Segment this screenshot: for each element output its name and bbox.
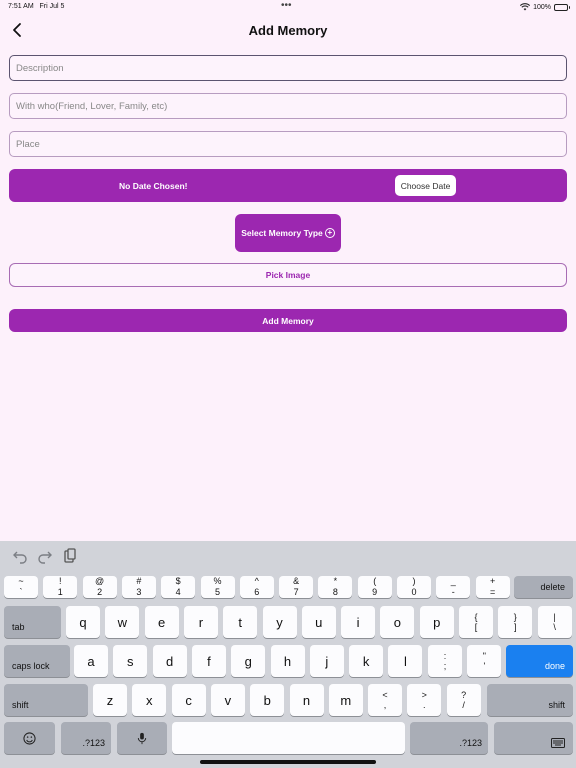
key-p[interactable]: p [419,606,454,638]
hide-keyboard-key[interactable] [494,722,573,754]
key--[interactable]: _ - [436,576,471,598]
key-t[interactable]: t [223,606,258,638]
key-y[interactable]: y [262,606,297,638]
key-5[interactable]: % 5 [200,576,235,598]
key-9[interactable]: (9 [357,576,392,598]
key-7[interactable]: & 7 [279,576,314,598]
date-picker-bar: No Date Chosen! Choose Date [9,169,567,202]
battery-icon [554,3,570,11]
key-sym-1[interactable]: }] [498,606,533,638]
undo-icon[interactable] [12,548,28,564]
paste-icon[interactable] [62,548,78,564]
nav-bar: Add Memory [0,18,576,44]
done-key[interactable]: done [506,645,573,677]
key-m[interactable]: m [328,684,363,716]
choose-date-button[interactable]: Choose Date [395,175,456,196]
wifi-icon [520,3,531,11]
key-b[interactable]: b [250,684,285,716]
key-w[interactable]: w [105,606,140,638]
key-z[interactable]: z [93,684,127,716]
key-3[interactable]: #3 [121,576,156,598]
key-r[interactable]: r [183,606,218,638]
key-=[interactable]: + = [475,576,510,598]
key-sym3-0[interactable]: :; [428,645,462,677]
key-sym4-0[interactable]: <, [368,684,402,716]
key-j[interactable]: j [309,645,344,677]
pick-image-button[interactable]: Pick Image [9,263,567,287]
delete-key[interactable]: delete [514,576,573,598]
key-2[interactable]: @2 [82,576,117,598]
memory-type-label: Select Memory Type [241,228,323,238]
key-g[interactable]: g [231,645,266,677]
key-v[interactable]: v [210,684,245,716]
multitasking-dots[interactable]: ••• [281,0,292,11]
shift-left-key[interactable]: shift [4,684,88,716]
key-6[interactable]: ^ 6 [239,576,274,598]
key-1[interactable]: ! 1 [43,576,78,598]
key-`[interactable]: ~ ` [4,576,38,598]
status-bar: 7:51 AM Fri Jul 5 ••• 100% [0,0,576,14]
select-memory-type-button[interactable]: Select Memory Type + [235,214,341,252]
numbers-key-right[interactable]: .?123 [410,722,488,754]
key-sym-0[interactable]: {[ [459,606,493,638]
key-n[interactable]: n [289,684,324,716]
key-sym3-1[interactable]: " ' [467,645,502,677]
key-sym4-2[interactable]: ? / [446,684,481,716]
key-i[interactable]: i [341,606,376,638]
description-input[interactable] [9,55,567,81]
key-8[interactable]: * 8 [318,576,353,598]
key-u[interactable]: u [301,606,336,638]
numbers-key-left[interactable]: .?123 [61,722,111,754]
dictation-key[interactable] [117,722,167,754]
emoji-key[interactable] [4,722,55,754]
status-time: 7:51 AM Fri Jul 5 [8,3,65,10]
key-d[interactable]: d [152,645,187,677]
keyboard-toolbar [0,541,576,571]
home-indicator [200,760,376,764]
key-4[interactable]: $4 [161,576,196,598]
page-title: Add Memory [248,23,328,38]
status-right: 100% [520,3,570,11]
battery-percent: 100% [533,3,551,11]
on-screen-keyboard: ~ `! 1 @2 #3 $4% 5 ^ 6 & 7 * 8(9) 0 _ - + = delete tab q w e r t… [0,541,576,768]
key-o[interactable]: o [380,606,415,638]
key-c[interactable]: c [171,684,206,716]
key-sym-2[interactable]: | \ [537,606,572,638]
key-k[interactable]: k [349,645,384,677]
key-h[interactable]: h [270,645,305,677]
redo-icon[interactable] [37,548,53,564]
with-who-input[interactable] [9,93,567,119]
key-a[interactable]: a [74,645,108,677]
microphone-icon [137,732,147,744]
shift-right-key[interactable]: shift [487,684,573,716]
emoji-icon [23,731,36,745]
key-x[interactable]: x [132,684,167,716]
caps-lock-key[interactable]: caps lock [4,645,70,677]
key-0[interactable]: ) 0 [397,576,431,598]
tab-key[interactable]: tab [4,606,61,638]
key-q[interactable]: q [66,606,100,638]
key-sym4-1[interactable]: >. [407,684,442,716]
keyboard-hide-icon [551,738,565,748]
key-s[interactable]: s [113,645,148,677]
key-e[interactable]: e [144,606,179,638]
space-key[interactable] [172,722,405,754]
add-memory-button[interactable]: Add Memory [9,309,567,332]
key-l[interactable]: l [388,645,423,677]
place-input[interactable] [9,131,567,157]
add-circle-icon: + [324,228,335,238]
key-f[interactable]: f [191,645,226,677]
date-status-text: No Date Chosen! [119,181,188,191]
